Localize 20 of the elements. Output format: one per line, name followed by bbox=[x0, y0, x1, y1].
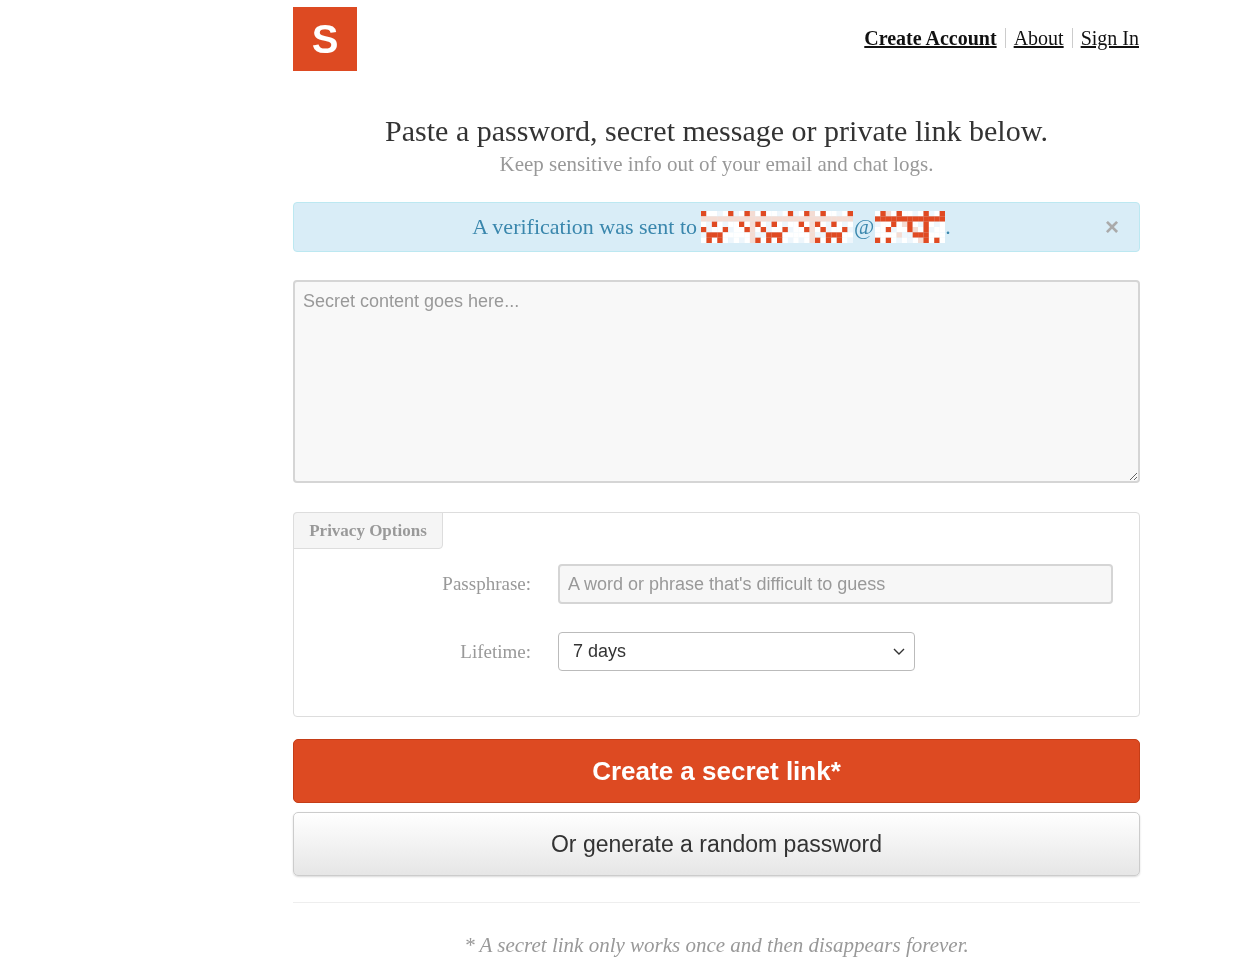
nav-link[interactable]: Create Account bbox=[863, 26, 998, 50]
footnote: * A secret link only works once and then disappears forever. bbox=[463, 932, 970, 958]
field-label: Passphrase: bbox=[441, 573, 531, 595]
passphrase-field[interactable]: A word or phrase that's difficult to guess bbox=[558, 564, 1113, 604]
at-sign: @ bbox=[854, 214, 875, 240]
page-heading: Paste a password, secret message or private link below. bbox=[384, 113, 1049, 149]
sentence-period: . bbox=[945, 214, 951, 240]
chevron-down-icon bbox=[893, 648, 905, 655]
logo[interactable]: S bbox=[293, 7, 357, 71]
nav-link[interactable]: Sign In bbox=[1079, 26, 1140, 50]
lifetime-dropdown[interactable]: 7 days bbox=[558, 632, 915, 671]
generate-password-button[interactable]: Or generate a random password bbox=[293, 812, 1140, 876]
create-link-button[interactable]: Create a secret link* bbox=[293, 739, 1140, 803]
privacy-options-legend: Privacy Options bbox=[293, 512, 443, 549]
field-label: Lifetime: bbox=[459, 640, 531, 663]
alert-message: A verification was sent to bbox=[472, 214, 698, 240]
page-subtitle: Keep sensitive info out of your email and chat logs. bbox=[498, 151, 935, 177]
nav-link[interactable]: About bbox=[1012, 26, 1065, 50]
secret-content-field[interactable]: Secret content goes here... bbox=[293, 280, 1140, 483]
pixel-mosaic-drawing bbox=[875, 211, 946, 243]
